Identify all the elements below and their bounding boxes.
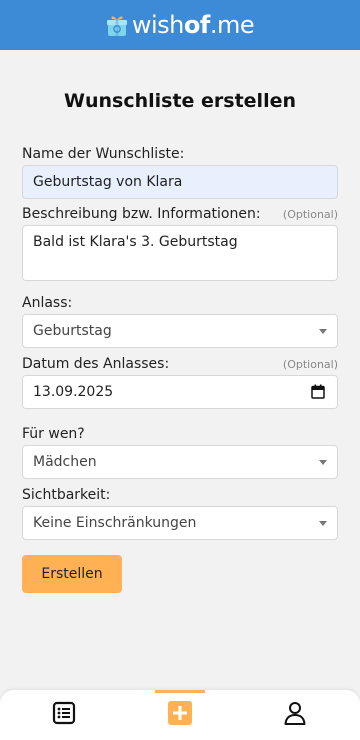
form-container: Wunschliste erstellen Name der Wunschlis… xyxy=(22,50,338,593)
plus-icon xyxy=(167,701,193,729)
nav-item-lists[interactable] xyxy=(34,690,94,740)
name-input-value: Geburtstag von Klara xyxy=(33,174,183,190)
chevron-down-icon xyxy=(319,459,327,465)
app-logo[interactable]: wishof.me xyxy=(106,11,255,39)
description-label-row: Beschreibung bzw. Informationen: (Option… xyxy=(22,206,338,222)
page-title: Wunschliste erstellen xyxy=(64,90,296,112)
visibility-selected-value: Keine Einschränkungen xyxy=(33,515,197,531)
calendar-icon[interactable] xyxy=(311,384,327,400)
chevron-down-icon xyxy=(319,328,327,334)
description-optional-hint: (Optional) xyxy=(282,208,338,221)
list-icon xyxy=(52,701,76,729)
nav-active-indicator xyxy=(155,690,205,693)
recipient-label-row: Für wen? xyxy=(22,426,338,442)
name-label-row: Name der Wunschliste: xyxy=(22,146,338,162)
create-button-label: Erstellen xyxy=(41,566,103,582)
app-header: wishof.me xyxy=(0,0,360,50)
bottom-navigation xyxy=(0,690,360,740)
description-textarea[interactable]: Bald ist Klara's 3. Geburtstag xyxy=(22,225,338,281)
date-input[interactable]: 13.09.2025 xyxy=(22,375,338,409)
visibility-label: Sichtbarkeit: xyxy=(22,487,111,503)
recipient-selected-value: Mädchen xyxy=(33,454,97,470)
description-label: Beschreibung bzw. Informationen: xyxy=(22,206,261,222)
date-optional-hint: (Optional) xyxy=(282,358,338,371)
nav-item-profile[interactable] xyxy=(265,690,325,740)
description-value: Bald ist Klara's 3. Geburtstag xyxy=(33,234,238,250)
logo-wordmark: wishof.me xyxy=(131,11,255,39)
visibility-label-row: Sichtbarkeit: xyxy=(22,487,338,503)
user-icon xyxy=(283,701,307,729)
name-input[interactable]: Geburtstag von Klara xyxy=(22,165,338,199)
visibility-select[interactable]: Keine Einschränkungen xyxy=(22,506,338,540)
date-value: 13.09.2025 xyxy=(33,384,114,400)
recipient-select[interactable]: Mädchen xyxy=(22,445,338,479)
occasion-label-row: Anlass: xyxy=(22,295,338,311)
occasion-label: Anlass: xyxy=(22,295,73,311)
occasion-selected-value: Geburtstag xyxy=(33,323,112,339)
date-label: Datum des Anlasses: xyxy=(22,356,170,372)
occasion-select[interactable]: Geburtstag xyxy=(22,314,338,348)
date-label-row: Datum des Anlasses: (Optional) xyxy=(22,356,338,372)
nav-item-create[interactable] xyxy=(150,690,210,740)
name-label: Name der Wunschliste: xyxy=(22,146,185,162)
chevron-down-icon xyxy=(319,520,327,526)
recipient-label: Für wen? xyxy=(22,426,85,442)
create-button[interactable]: Erstellen xyxy=(22,555,122,593)
gift-icon xyxy=(106,13,128,37)
